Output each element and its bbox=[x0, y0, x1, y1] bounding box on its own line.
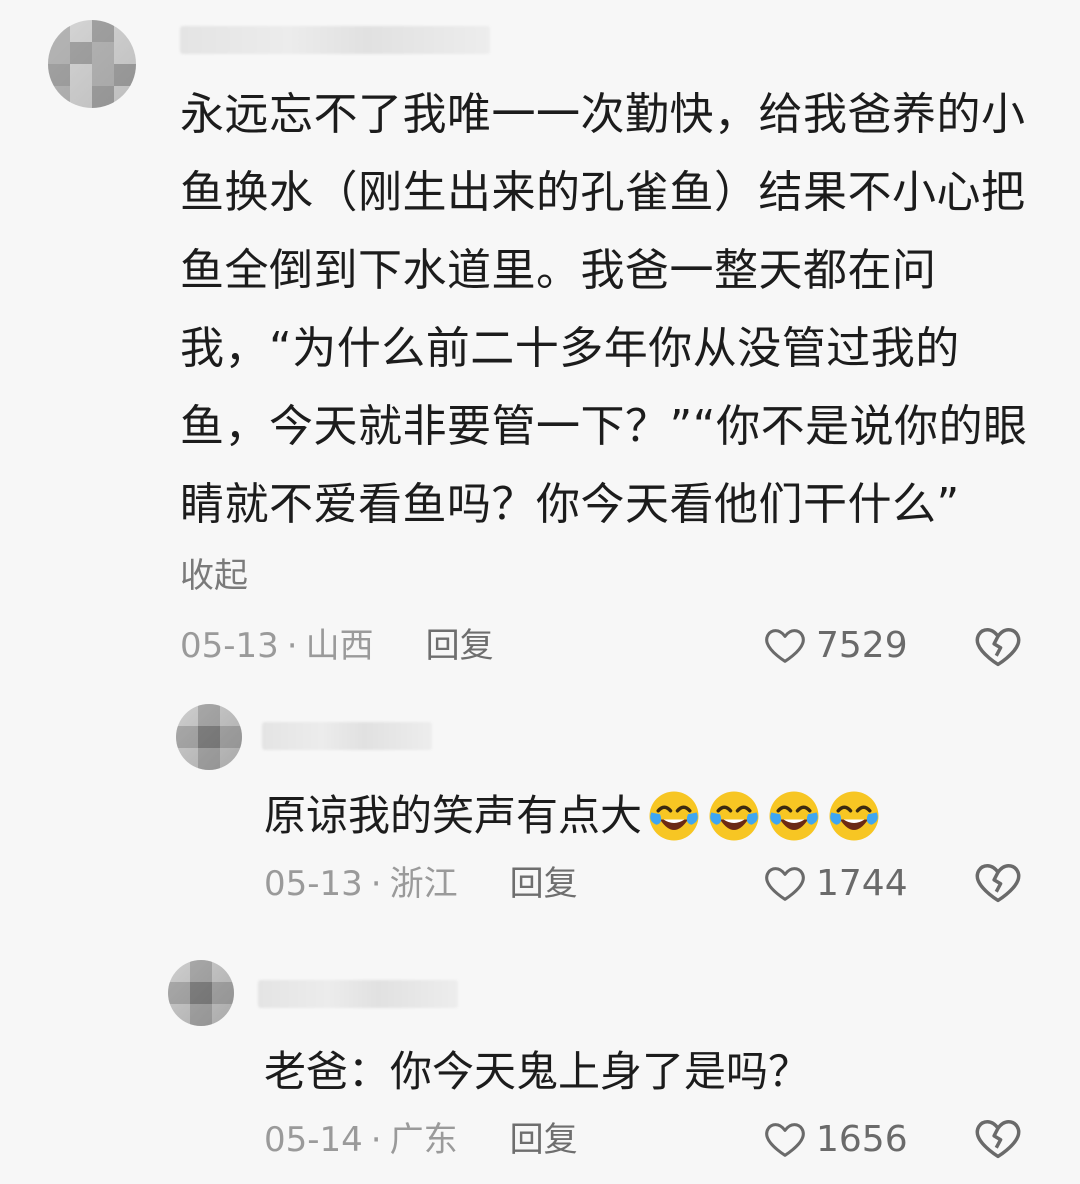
username-blurred[interactable] bbox=[180, 26, 490, 54]
broken-heart-icon[interactable] bbox=[972, 620, 1024, 672]
username-blurred[interactable] bbox=[262, 722, 432, 750]
reply-button[interactable]: 回复 bbox=[510, 1114, 578, 1166]
reply-date: 05-14 bbox=[264, 1120, 363, 1160]
heart-icon bbox=[765, 867, 805, 901]
comment-meta: 05-13 · 山西 回复 bbox=[180, 620, 494, 672]
like-button[interactable]: 7529 bbox=[762, 622, 908, 668]
meta-separator: · bbox=[370, 864, 382, 904]
reply-button[interactable]: 回复 bbox=[510, 858, 578, 910]
like-count: 1744 bbox=[816, 862, 908, 904]
reply-region: 浙江 bbox=[389, 864, 458, 904]
avatar-mosaic bbox=[48, 20, 136, 108]
reply-region: 广东 bbox=[389, 1120, 458, 1160]
comment-date: 05-13 bbox=[180, 626, 279, 666]
laughing-crying-emoji-icon bbox=[769, 791, 819, 841]
avatar-mosaic bbox=[168, 960, 234, 1026]
heart-icon bbox=[765, 629, 805, 663]
like-count: 7529 bbox=[816, 624, 908, 666]
like-button[interactable]: 1656 bbox=[762, 1116, 908, 1162]
reply-content: 老爸：你今天鬼上身了是吗？ bbox=[264, 1047, 811, 1096]
reply-avatar[interactable] bbox=[168, 960, 234, 1026]
meta-separator: · bbox=[370, 1120, 382, 1160]
emoji-group bbox=[642, 788, 882, 844]
collapse-button[interactable]: 收起 bbox=[180, 550, 248, 602]
reply-text: 原谅我的笑声有点大 bbox=[264, 786, 882, 846]
reply-avatar[interactable] bbox=[176, 704, 242, 770]
like-count: 1656 bbox=[816, 1118, 908, 1160]
avatar[interactable] bbox=[48, 20, 136, 108]
reply-text: 老爸：你今天鬼上身了是吗？ bbox=[264, 1042, 810, 1102]
like-button[interactable]: 1744 bbox=[762, 860, 908, 906]
reply-content: 原谅我的笑声有点大 bbox=[264, 791, 643, 840]
reply-meta: 05-14 · 广东 回复 bbox=[264, 1114, 578, 1166]
comment-text: 永远忘不了我唯一一次勤快，给我爸养的小鱼换水（刚生出来的孔雀鱼）结果不小心把鱼全… bbox=[180, 89, 1028, 530]
reply-button[interactable]: 回复 bbox=[426, 620, 494, 672]
avatar-mosaic bbox=[176, 704, 242, 770]
meta-separator: · bbox=[286, 626, 298, 666]
laughing-crying-emoji-icon bbox=[649, 791, 699, 841]
broken-heart-icon[interactable] bbox=[972, 856, 1024, 908]
username-blurred[interactable] bbox=[258, 980, 458, 1008]
broken-heart-icon[interactable] bbox=[972, 1112, 1024, 1164]
laughing-crying-emoji-icon bbox=[709, 791, 759, 841]
laughing-crying-emoji-icon bbox=[829, 791, 879, 841]
reply-meta: 05-13 · 浙江 回复 bbox=[264, 858, 578, 910]
comment-region: 山西 bbox=[305, 626, 374, 666]
reply-date: 05-13 bbox=[264, 864, 363, 904]
heart-icon bbox=[765, 1123, 805, 1157]
